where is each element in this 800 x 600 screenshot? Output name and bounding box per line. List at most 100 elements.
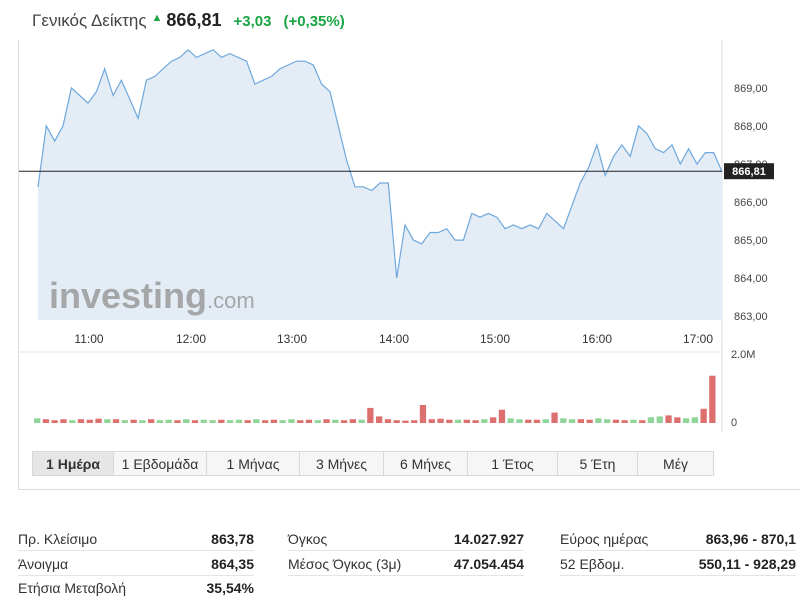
- stat-open: Άνοιγμα 864,35: [18, 554, 254, 576]
- volume-bar: [595, 418, 602, 423]
- volume-bar: [384, 419, 392, 423]
- stat-prev-close: Πρ. Κλείσιμο 863,78: [18, 529, 254, 551]
- volume-bar: [665, 415, 672, 423]
- volume-bar: [560, 418, 567, 423]
- volume-bar: [51, 420, 58, 423]
- stat-annual-change: Ετήσια Μεταβολή 35,54%: [18, 578, 254, 600]
- volume-bar: [42, 419, 50, 423]
- volume-bar: [209, 420, 216, 423]
- volume-bar: [612, 419, 620, 423]
- volume-bar: [148, 419, 155, 423]
- x-tick-label: 13:00: [277, 332, 307, 346]
- index-name: Γενικός Δείκτης: [32, 11, 147, 30]
- volume-bar: [104, 419, 111, 423]
- x-tick-label: 14:00: [379, 332, 409, 346]
- stat-value: 14.027.927: [453, 531, 524, 547]
- volume-bar: [674, 417, 681, 423]
- volume-bar: [481, 419, 488, 423]
- volume-bar: [647, 417, 655, 423]
- volume-bar: [77, 419, 85, 423]
- volume-axis-zero: 0: [731, 417, 737, 429]
- volume-bar: [446, 419, 453, 423]
- volume-bar: [402, 420, 409, 423]
- stat-label: Άνοιγμα: [18, 556, 69, 572]
- volume-bar: [586, 419, 593, 423]
- volume-bar: [533, 419, 541, 423]
- stat-value: 35,54%: [206, 580, 254, 596]
- volume-bar: [621, 420, 628, 423]
- period-tab[interactable]: 6 Μήνες: [384, 451, 468, 476]
- volume-bar: [244, 420, 251, 423]
- x-tick-label: 15:00: [480, 332, 510, 346]
- y-tick-label: 868,00: [734, 121, 768, 133]
- price-change-percent: (+0,35%): [283, 13, 345, 30]
- x-tick-label: 17:00: [683, 332, 713, 346]
- volume-bar: [121, 420, 128, 423]
- stat-value: 863,78: [211, 531, 254, 547]
- stat-label: Μέσος Όγκος (3μ): [288, 556, 402, 572]
- volume-bar: [490, 417, 497, 423]
- volume-bar: [358, 419, 365, 423]
- volume-bar: [139, 420, 146, 423]
- x-tick-label: 12:00: [176, 332, 206, 346]
- volume-bar: [656, 416, 663, 423]
- chart-container: investing.com863,00864,00865,00866,00867…: [18, 40, 800, 490]
- period-tabs: 1 Ημέρα 1 Εβδομάδα 1 Μήνας 3 Μήνες 6 Μήνες 1 …: [32, 451, 714, 476]
- period-tab[interactable]: 1 Έτος: [468, 451, 558, 476]
- volume-bar: [568, 419, 576, 423]
- volume-bar: [682, 418, 690, 423]
- volume-bar: [112, 419, 120, 423]
- period-tab[interactable]: 1 Ημέρα: [32, 451, 114, 476]
- volume-bar: [191, 420, 199, 423]
- volume-bar: [367, 407, 374, 423]
- stat-label: Πρ. Κλείσιμο: [18, 531, 98, 547]
- y-tick-label: 866,00: [734, 197, 768, 209]
- volume-bar: [174, 420, 181, 423]
- stat-value: 864,35: [211, 556, 254, 572]
- volume-bar: [525, 419, 532, 423]
- volume-bar: [34, 418, 41, 423]
- price-change: +3,03: [233, 13, 272, 30]
- volume-bar: [95, 418, 102, 423]
- volume-bar: [709, 375, 716, 423]
- volume-bar: [463, 419, 470, 423]
- volume-bar: [60, 419, 67, 423]
- x-tick-label: 11:00: [74, 332, 103, 346]
- volume-bar: [516, 419, 523, 423]
- period-tab[interactable]: 1 Μήνας: [207, 451, 300, 476]
- volume-bar: [288, 419, 295, 423]
- volume-bar: [454, 419, 462, 423]
- volume-bar: [393, 420, 400, 423]
- volume-bar: [639, 420, 646, 423]
- volume-bar: [551, 412, 558, 423]
- y-tick-label: 864,00: [734, 273, 768, 285]
- period-tab[interactable]: 1 Εβδομάδα: [114, 451, 207, 476]
- period-tab[interactable]: 5 Έτη: [558, 451, 638, 476]
- volume-bar: [183, 419, 190, 423]
- stat-avg-volume: Μέσος Όγκος (3μ) 47.054.454: [288, 554, 524, 576]
- volume-bar: [542, 419, 549, 423]
- volume-bar: [270, 419, 278, 423]
- volume-bar: [200, 419, 207, 423]
- volume-bar: [165, 419, 172, 423]
- stat-label: 52 Εβδομ.: [560, 556, 625, 572]
- volume-bar: [332, 419, 339, 423]
- period-tab[interactable]: Μέγ: [638, 451, 714, 476]
- quote-header: Γενικός Δείκτης ▲ 866,81 +3,03 (+0,35%): [32, 10, 345, 34]
- up-arrow-icon: ▲: [151, 12, 163, 24]
- volume-bar: [376, 416, 383, 423]
- volume-bar: [253, 419, 260, 423]
- price-chart[interactable]: investing.com863,00864,00865,00866,00867…: [19, 40, 800, 489]
- stat-value: 47.054.454: [453, 556, 524, 572]
- volume-bar: [86, 419, 93, 423]
- period-tab[interactable]: 3 Μήνες: [300, 451, 384, 476]
- volume-bar: [218, 419, 225, 423]
- volume-bar: [323, 419, 330, 423]
- last-price: 866,81: [166, 10, 222, 30]
- volume-bar: [226, 420, 234, 423]
- stat-day-range: Εύρος ημέρας 863,96 - 870,1: [560, 529, 796, 551]
- volume-bar: [507, 418, 514, 423]
- volume-bar: [472, 420, 479, 423]
- current-price-label: 866,81: [732, 166, 766, 178]
- y-tick-label: 863,00: [734, 311, 768, 323]
